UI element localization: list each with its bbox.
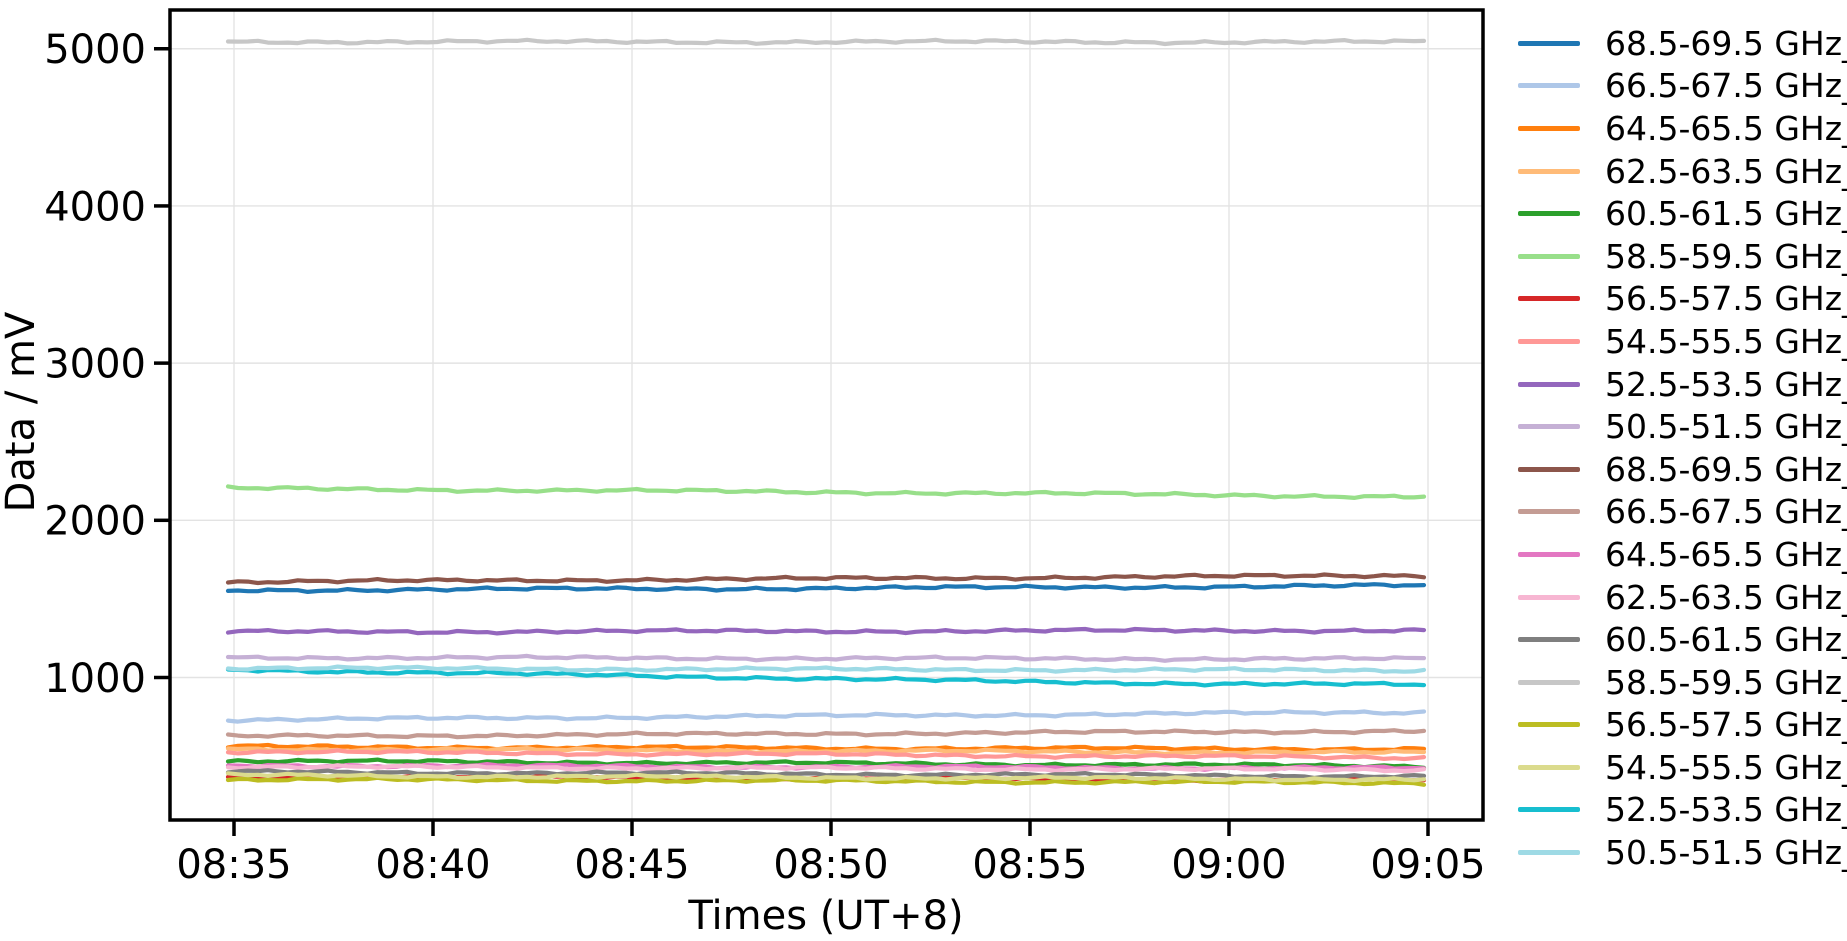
legend-label: 50.5-51.5 GHz_L (1605, 833, 1847, 873)
legend-swatch (1518, 125, 1580, 131)
legend-label: 66.5-67.5 GHz_R (1605, 66, 1847, 106)
legend-label: 54.5-55.5 GHz_L (1605, 747, 1847, 787)
gridlines (170, 10, 1483, 820)
legend-item: 58.5-59.5 GHz_R (1518, 235, 1847, 278)
legend-swatch (1518, 764, 1580, 770)
legend-swatch (1518, 551, 1580, 557)
x-tick-label: 08:40 (375, 842, 490, 888)
y-tick-label: 3000 (44, 342, 146, 388)
series-line-66.5-67.5 GHz_R (225, 709, 1427, 724)
legend-item: 54.5-55.5 GHz_L (1518, 746, 1847, 789)
legend-swatch (1518, 807, 1580, 813)
legend-item: 64.5-65.5 GHz_L (1518, 533, 1847, 576)
legend-label: 56.5-57.5 GHz_R (1605, 279, 1847, 319)
legend-item: 52.5-53.5 GHz_R (1518, 363, 1847, 406)
legend-item: 62.5-63.5 GHz_L (1518, 576, 1847, 619)
legend-label: 52.5-53.5 GHz_R (1605, 364, 1847, 404)
x-tick-label: 08:35 (176, 842, 291, 888)
y-tick-label: 1000 (44, 656, 146, 702)
legend-label: 64.5-65.5 GHz_R (1605, 108, 1847, 148)
legend-item: 68.5-69.5 GHz_R (1518, 22, 1847, 65)
legend-label: 52.5-53.5 GHz_L (1605, 790, 1847, 830)
legend-label: 58.5-59.5 GHz_R (1605, 236, 1847, 276)
series-line-66.5-67.5 GHz_L (225, 728, 1427, 740)
legend-item: 58.5-59.5 GHz_L (1518, 661, 1847, 704)
legend-item: 50.5-51.5 GHz_L (1518, 831, 1847, 874)
legend-swatch (1518, 722, 1580, 728)
series-line-68.5-69.5 GHz_L (225, 572, 1427, 586)
series-line-52.5-53.5 GHz_R (225, 626, 1427, 636)
legend-item: 52.5-53.5 GHz_L (1518, 789, 1847, 832)
series-line-50.5-51.5 GHz_R (225, 653, 1427, 663)
legend-swatch (1518, 679, 1580, 685)
y-tick-label: 4000 (44, 184, 146, 230)
legend-label: 68.5-69.5 GHz_L (1605, 449, 1847, 489)
legend-item: 50.5-51.5 GHz_R (1518, 405, 1847, 448)
legend-label: 68.5-69.5 GHz_R (1605, 23, 1847, 63)
x-tick-label: 08:50 (773, 842, 888, 888)
legend-swatch (1518, 637, 1580, 643)
x-axis-label: Times (UT+8) (688, 893, 964, 939)
legend-item: 56.5-57.5 GHz_R (1518, 278, 1847, 321)
legend-label: 58.5-59.5 GHz_L (1605, 662, 1847, 702)
legend-swatch (1518, 338, 1580, 344)
legend-item: 62.5-63.5 GHz_R (1518, 150, 1847, 193)
legend-label: 62.5-63.5 GHz_R (1605, 151, 1847, 191)
legend-item: 66.5-67.5 GHz_L (1518, 491, 1847, 534)
legend-swatch (1518, 466, 1580, 472)
legend-swatch (1518, 168, 1580, 174)
legend-label: 54.5-55.5 GHz_R (1605, 321, 1847, 361)
legend-label: 56.5-57.5 GHz_L (1605, 705, 1847, 745)
legend-swatch (1518, 296, 1580, 302)
series-line-68.5-69.5 GHz_R (225, 582, 1427, 594)
series-line-58.5-59.5 GHz_L (225, 37, 1427, 47)
x-tick-label: 09:05 (1370, 842, 1485, 888)
legend-label: 64.5-65.5 GHz_L (1605, 534, 1847, 574)
legend-label: 50.5-51.5 GHz_R (1605, 407, 1847, 447)
data-lines (225, 37, 1427, 787)
y-tick-label: 5000 (44, 27, 146, 73)
figure: 08:35 08:40 08:45 08:50 08:55 09:00 09:05 1000 2… (0, 0, 1847, 941)
legend-item: 60.5-61.5 GHz_R (1518, 192, 1847, 235)
legend-label: 66.5-67.5 GHz_L (1605, 492, 1847, 532)
legend-swatch (1518, 381, 1580, 387)
legend-item: 64.5-65.5 GHz_R (1518, 107, 1847, 150)
legend-swatch (1518, 424, 1580, 430)
legend-swatch (1518, 850, 1580, 856)
legend-swatch (1518, 40, 1580, 46)
legend-swatch (1518, 594, 1580, 600)
series-line-58.5-59.5 GHz_R (225, 484, 1427, 500)
x-tick-label: 09:00 (1171, 842, 1286, 888)
plot-border (168, 8, 1485, 822)
legend-label: 60.5-61.5 GHz_L (1605, 620, 1847, 660)
legend-item: 60.5-61.5 GHz_L (1518, 618, 1847, 661)
legend-item: 66.5-67.5 GHz_R (1518, 65, 1847, 108)
legend-swatch (1518, 211, 1580, 217)
legend-label: 62.5-63.5 GHz_L (1605, 577, 1847, 617)
legend-swatch (1518, 253, 1580, 259)
legend-swatch (1518, 83, 1580, 89)
y-axis-label: Data / mV (0, 311, 44, 513)
legend-item: 68.5-69.5 GHz_L (1518, 448, 1847, 491)
y-tick-label: 2000 (44, 499, 146, 545)
legend-item: 56.5-57.5 GHz_L (1518, 704, 1847, 747)
legend: 68.5-69.5 GHz_R66.5-67.5 GHz_R64.5-65.5 … (1518, 22, 1847, 874)
x-tick-label: 08:55 (972, 842, 1087, 888)
legend-swatch (1518, 509, 1580, 515)
legend-item: 54.5-55.5 GHz_R (1518, 320, 1847, 363)
legend-label: 60.5-61.5 GHz_R (1605, 194, 1847, 234)
x-tick-label: 08:45 (574, 842, 689, 888)
